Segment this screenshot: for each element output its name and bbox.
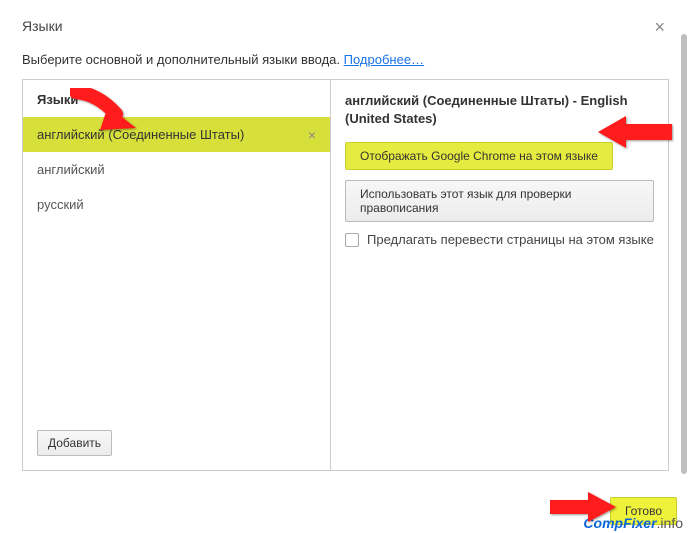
dialog-subtitle: Выберите основной и дополнительный языки… [22, 52, 669, 67]
dialog-title: Языки [22, 18, 63, 34]
close-icon[interactable]: × [650, 18, 669, 36]
panels-container: Языки английский (Соединенные Штаты) × а… [22, 79, 669, 471]
add-language-button[interactable]: Добавить [37, 430, 112, 456]
subtitle-text: Выберите основной и дополнительный языки… [22, 52, 344, 67]
offer-translate-row[interactable]: Предлагать перевести страницы на этом яз… [345, 232, 654, 247]
language-item-label: английский [37, 162, 105, 177]
selected-language-title: английский (Соединенные Штаты) - English… [345, 92, 654, 128]
language-item-en[interactable]: английский [23, 152, 330, 187]
annotation-arrow-icon [548, 489, 618, 525]
remove-language-icon[interactable]: × [308, 128, 316, 142]
vertical-scrollbar[interactable] [681, 34, 687, 474]
language-details-panel: английский (Соединенные Штаты) - English… [331, 80, 668, 470]
offer-translate-checkbox[interactable] [345, 233, 359, 247]
language-item-ru[interactable]: русский [23, 187, 330, 222]
language-list-panel: Языки английский (Соединенные Штаты) × а… [23, 80, 331, 470]
learn-more-link[interactable]: Подробнее… [344, 52, 424, 67]
language-item-label: русский [37, 197, 84, 212]
offer-translate-label: Предлагать перевести страницы на этом яз… [367, 232, 654, 247]
language-list-header: Языки [23, 80, 330, 117]
language-item-en-us[interactable]: английский (Соединенные Штаты) × [23, 117, 330, 152]
display-chrome-in-language-button[interactable]: Отображать Google Chrome на этом языке [345, 142, 613, 170]
use-for-spellcheck-button[interactable]: Использовать этот язык для проверки прав… [345, 180, 654, 222]
language-item-label: английский (Соединенные Штаты) [37, 127, 244, 142]
language-list: английский (Соединенные Штаты) × английс… [23, 117, 330, 420]
done-button[interactable]: Готово [610, 497, 677, 525]
